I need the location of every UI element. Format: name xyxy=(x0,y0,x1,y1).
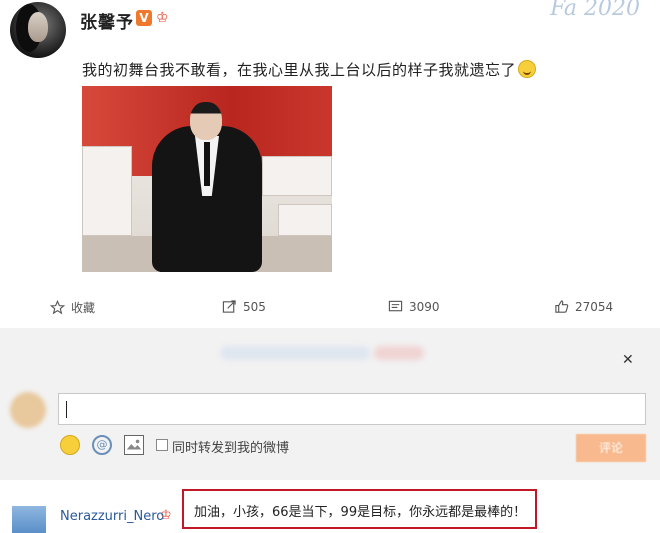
favorite-button[interactable]: 收藏 xyxy=(50,299,95,316)
user-avatar[interactable] xyxy=(10,2,66,58)
forward-checkbox[interactable] xyxy=(156,439,168,451)
post-image[interactable] xyxy=(82,86,332,272)
reply-avatar[interactable] xyxy=(12,506,46,533)
favorite-label: 收藏 xyxy=(71,301,96,315)
repost-icon xyxy=(222,300,236,313)
highlight-box: 加油，小孩，66是当下，99是目标，你永远都是最棒的！ xyxy=(182,489,537,529)
post-text-body: 我的初舞台我不敢看，在我心里从我上台以后的样子我就遗忘了 xyxy=(82,61,517,79)
member-crown-icon: ♔ xyxy=(156,10,169,26)
comment-composer: ✕ @ 同时转发到我的微博 评论 xyxy=(0,328,660,480)
post-text: 我的初舞台我不敢看，在我心里从我上台以后的样子我就遗忘了 xyxy=(82,59,537,80)
forward-label: 同时转发到我的微博 xyxy=(172,441,290,456)
image-glyph xyxy=(126,439,142,450)
commenter-avatar xyxy=(10,392,46,428)
blurred-text xyxy=(374,346,424,360)
thumbs-up-icon xyxy=(555,300,569,313)
close-icon[interactable]: ✕ xyxy=(622,352,634,368)
smile-emoji-icon xyxy=(518,60,537,78)
repost-button[interactable]: 505 xyxy=(222,299,266,314)
comment-button[interactable]: 3090 xyxy=(388,299,440,314)
reply-username[interactable]: Nerazzurri_Nero xyxy=(60,509,164,524)
action-bar: 收藏 505 3090 27054 xyxy=(0,293,660,323)
image-icon[interactable] xyxy=(124,435,144,455)
photo-person-tie xyxy=(204,142,210,186)
reply-item: Nerazzurri_Nero ♔ 加油，小孩，66是当下，99是目标，你永远都… xyxy=(0,480,660,533)
watermark: Fa 2020 xyxy=(550,0,640,21)
comment-count: 3090 xyxy=(409,299,440,314)
comment-input[interactable] xyxy=(58,393,646,425)
star-icon xyxy=(50,300,65,315)
photo-set-piece xyxy=(82,146,132,236)
photo-set-piece xyxy=(278,204,332,236)
photo-person-head xyxy=(190,102,222,140)
emoji-icon[interactable] xyxy=(60,435,80,455)
like-button[interactable]: 27054 xyxy=(554,299,613,314)
post-comment-button[interactable]: 评论 xyxy=(576,434,646,462)
avatar-face xyxy=(28,12,48,42)
blurred-text xyxy=(220,346,370,360)
member-crown-icon: ♔ xyxy=(160,508,172,523)
reply-text: 加油，小孩，66是当下，99是目标，你永远都是最棒的！ xyxy=(194,505,527,520)
repost-count: 505 xyxy=(243,299,266,314)
comment-icon xyxy=(388,300,403,312)
photo-set-piece xyxy=(262,156,332,196)
mention-icon[interactable]: @ xyxy=(92,435,112,455)
text-caret xyxy=(66,401,67,418)
like-count: 27054 xyxy=(575,299,614,314)
verified-badge-icon: V xyxy=(136,10,152,26)
username[interactable]: 张馨予 xyxy=(80,8,134,33)
